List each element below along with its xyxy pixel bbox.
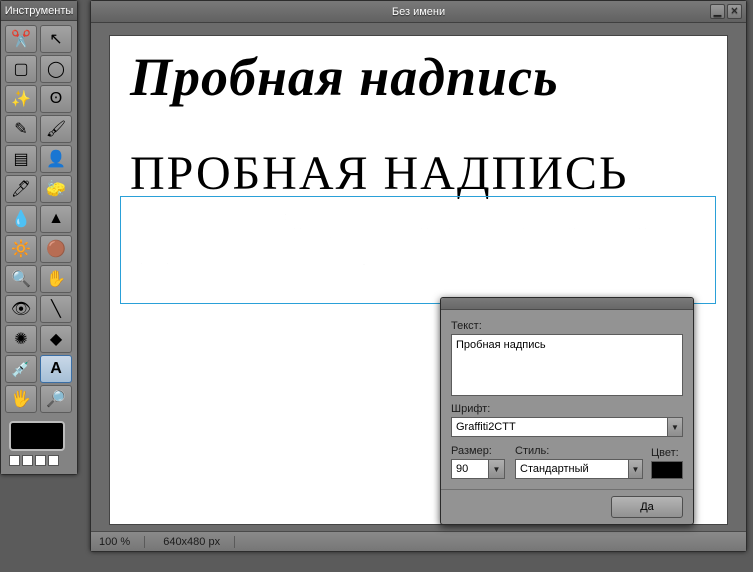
color-label: Цвет: (651, 447, 683, 459)
crop-tool[interactable]: ✂️ (5, 25, 37, 53)
close-button[interactable]: ✕ (727, 4, 742, 19)
tool-palette-window: Инструменты ✂️ ↖ ▢ ◯ ✨ ʘ ✎ 🖌 ▤ 👤 🖊 🧽 💧 ▲… (0, 0, 78, 475)
status-dimensions: 640x480 px (163, 536, 235, 548)
style-dropdown-button[interactable]: ▼ (629, 459, 643, 479)
pencil-tool[interactable]: ✎ (5, 115, 37, 143)
size-label: Размер: (451, 445, 507, 457)
tool-grid: ✂️ ↖ ▢ ◯ ✨ ʘ ✎ 🖌 ▤ 👤 🖊 🧽 💧 ▲ 🔆 🟤 🔍 ✋ 👁 ╲… (1, 21, 77, 417)
status-zoom: 100 % (99, 536, 145, 548)
document-titlebar[interactable]: Без имени ▁ ✕ (91, 1, 746, 23)
burn-tool[interactable]: 🟤 (40, 235, 72, 263)
document-title: Без имени (392, 6, 445, 18)
hand-tool[interactable]: ✋ (40, 265, 72, 293)
clone-tool[interactable]: 🖊 (5, 175, 37, 203)
picker-tool[interactable]: 💉 (5, 355, 37, 383)
minimize-button[interactable]: ▁ (710, 4, 725, 19)
tool-palette-title[interactable]: Инструменты (1, 1, 77, 21)
blur-tool[interactable]: 💧 (5, 205, 37, 233)
swatch-3[interactable] (35, 455, 46, 466)
line-tool[interactable]: ╲ (40, 295, 72, 323)
size-dropdown-button[interactable]: ▼ (489, 459, 505, 479)
status-bar: 100 % 640x480 px (91, 531, 746, 551)
rect-select-tool[interactable]: ▢ (5, 55, 37, 83)
swatch-2[interactable] (22, 455, 33, 466)
swatch-4[interactable] (48, 455, 59, 466)
text-tool[interactable]: A (40, 355, 72, 383)
magnify-tool[interactable]: 🔎 (40, 385, 72, 413)
ok-button[interactable]: Да (611, 496, 683, 518)
text-layer-2[interactable]: ПРОБНАЯ НАДПИСЬ (130, 146, 629, 201)
foreground-color[interactable] (9, 421, 65, 451)
style-select[interactable] (515, 459, 629, 479)
shape-tool[interactable]: ◆ (40, 325, 72, 353)
lasso-tool[interactable]: ʘ (40, 85, 72, 113)
style-label: Стиль: (515, 445, 643, 457)
font-label: Шрифт: (451, 403, 683, 415)
text-layer-1[interactable]: Пробная надпись (130, 46, 559, 108)
font-dropdown-button[interactable]: ▼ (668, 417, 683, 437)
font-select[interactable] (451, 417, 668, 437)
size-input[interactable] (451, 459, 489, 479)
zoom-tool[interactable]: 🔍 (5, 265, 37, 293)
swatch-1[interactable] (9, 455, 20, 466)
eraser-tool[interactable]: 🧽 (40, 175, 72, 203)
healing-tool[interactable]: ✺ (5, 325, 37, 353)
text-label: Текст: (451, 320, 683, 332)
move-tool[interactable]: ↖ (40, 25, 72, 53)
wand-tool[interactable]: ✨ (5, 85, 37, 113)
pan-tool[interactable]: 🖐 (5, 385, 37, 413)
brush-tool[interactable]: 🖌 (40, 115, 72, 143)
dialog-titlebar[interactable] (441, 298, 693, 310)
stamp-tool[interactable]: 👤 (40, 145, 72, 173)
color-swatches (1, 417, 77, 474)
text-input[interactable] (451, 334, 683, 396)
gradient-tool[interactable]: ▤ (5, 145, 37, 173)
text-tool-dialog: Текст: Шрифт: ▼ Размер: ▼ Стиль: ▼ (440, 297, 694, 525)
dodge-tool[interactable]: 🔆 (5, 235, 37, 263)
redeye-tool[interactable]: 👁 (5, 295, 37, 323)
ellipse-select-tool[interactable]: ◯ (40, 55, 72, 83)
sharpen-tool[interactable]: ▲ (40, 205, 72, 233)
text-layer-3[interactable]: Пробная надпись (130, 202, 669, 280)
color-picker[interactable] (651, 461, 683, 479)
